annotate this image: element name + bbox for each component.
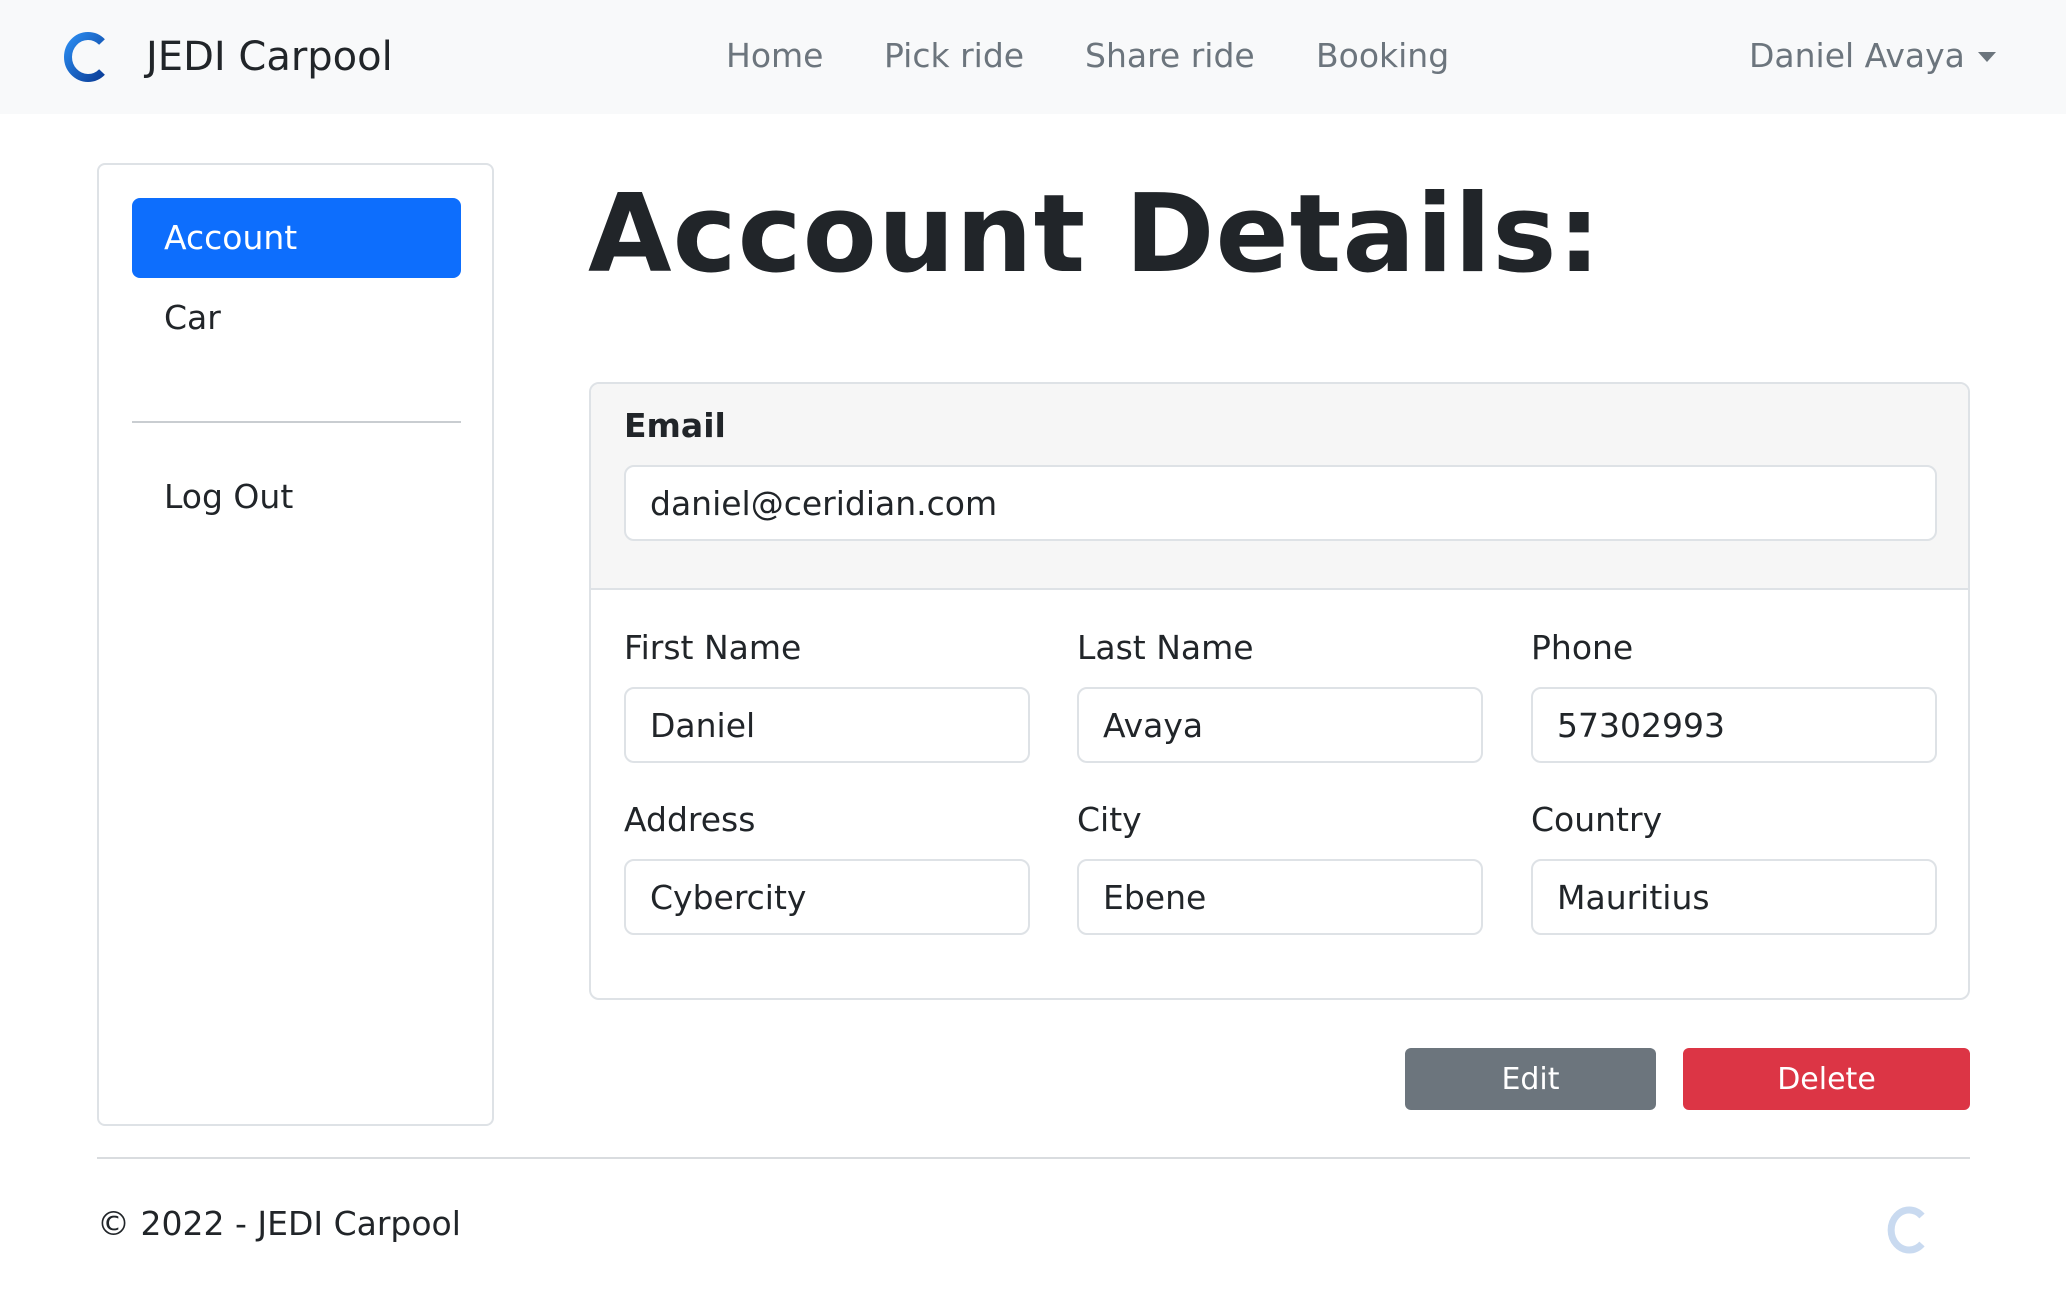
page-title: Account Details: (588, 172, 1602, 297)
email-label: Email (624, 406, 726, 445)
country-label: Country (1531, 800, 1663, 839)
phone-label: Phone (1531, 628, 1634, 667)
sidebar-item-account[interactable]: Account (132, 198, 461, 278)
top-navbar: JEDI Carpool Home Pick ride Share ride B… (0, 0, 2066, 114)
user-name: Daniel Avaya (1749, 36, 1965, 75)
edit-button[interactable]: Edit (1405, 1048, 1656, 1110)
account-details-card: Email First Name Last Name Phone Address… (589, 382, 1970, 1000)
brand-name[interactable]: JEDI Carpool (146, 30, 393, 84)
last-name-label: Last Name (1077, 628, 1254, 667)
first-name-field[interactable] (624, 687, 1030, 763)
email-section: Email (591, 384, 1968, 590)
city-label: City (1077, 800, 1142, 839)
city-field[interactable] (1077, 859, 1483, 935)
carpool-logo-icon (1887, 1206, 1925, 1254)
address-field[interactable] (624, 859, 1030, 935)
nav-share-ride-link[interactable]: Share ride (1085, 34, 1255, 78)
nav-booking-link[interactable]: Booking (1316, 34, 1449, 78)
last-name-field[interactable] (1077, 687, 1483, 763)
sidebar-item-logout[interactable]: Log Out (132, 457, 461, 537)
delete-button[interactable]: Delete (1683, 1048, 1970, 1110)
user-menu-dropdown[interactable]: Daniel Avaya (1749, 34, 1996, 78)
sidebar-divider (132, 421, 461, 423)
footer-divider (97, 1157, 1970, 1159)
first-name-label: First Name (624, 628, 802, 667)
sidebar-item-car[interactable]: Car (132, 278, 461, 358)
caret-down-icon (1978, 52, 1996, 62)
nav-pick-ride-link[interactable]: Pick ride (884, 34, 1024, 78)
country-field[interactable] (1531, 859, 1937, 935)
address-label: Address (624, 800, 756, 839)
account-sidebar: Account Car Log Out (97, 163, 494, 1126)
nav-home-link[interactable]: Home (726, 34, 823, 78)
carpool-logo-icon[interactable] (62, 30, 110, 84)
email-field[interactable] (624, 465, 1937, 541)
phone-field[interactable] (1531, 687, 1937, 763)
footer-copyright: © 2022 - JEDI Carpool (97, 1204, 461, 1243)
